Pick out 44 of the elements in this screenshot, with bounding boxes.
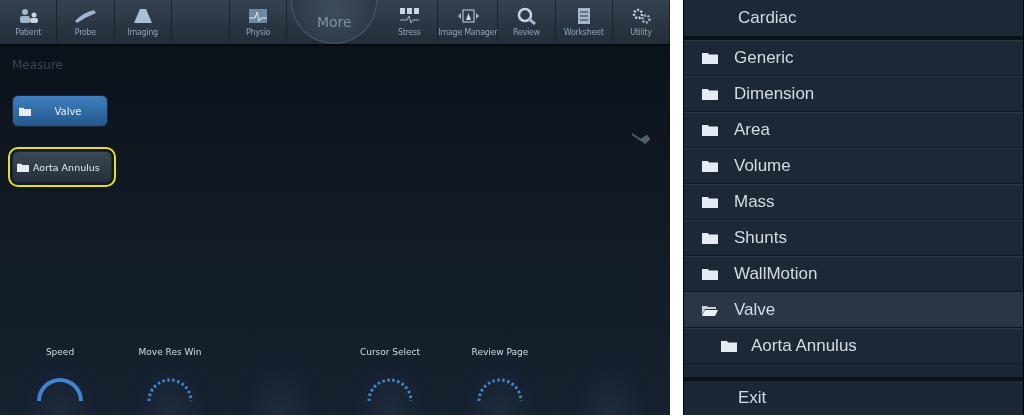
folder-icon — [19, 106, 31, 116]
cone-icon — [131, 7, 154, 25]
toolbar-button[interactable]: Patient — [0, 0, 58, 44]
knob-label: Cursor Select — [359, 347, 421, 359]
probe-icon — [74, 7, 97, 25]
toolbar-button[interactable]: Imaging — [114, 0, 172, 44]
exit-item[interactable]: Exit — [684, 377, 1023, 415]
menu-item[interactable]: Volume — [684, 148, 1023, 184]
folder-icon — [702, 196, 718, 208]
folder-icon — [702, 88, 718, 100]
folder-icon — [702, 52, 718, 64]
knob-label: Speed — [45, 347, 75, 359]
menu-item[interactable]: Dimension — [684, 76, 1023, 112]
knob-arc-icon[interactable] — [35, 375, 85, 401]
knob-label: Review Page — [471, 347, 529, 359]
knob-label: Move Res Win — [138, 347, 202, 359]
image-arrows-icon — [456, 7, 479, 25]
toolbar-button[interactable]: Worksheet — [555, 0, 613, 44]
toolbar-button[interactable]: Stress — [381, 0, 439, 44]
menu-item[interactable]: Generic — [684, 40, 1023, 76]
toolbar-button[interactable]: Physio — [230, 0, 288, 44]
folder-icon — [17, 162, 29, 172]
folder-icon — [702, 268, 718, 280]
menu-item[interactable]: Valve — [684, 292, 1023, 328]
menu-item[interactable]: Aorta Annulus — [684, 328, 1023, 364]
folder-icon — [721, 340, 737, 352]
people-icon — [17, 7, 40, 25]
waveform-icon — [247, 7, 270, 25]
open-folder-icon — [702, 304, 718, 316]
menu-item[interactable]: Area — [684, 112, 1023, 148]
menu-item[interactable]: Mass — [684, 184, 1023, 220]
folder-icon — [702, 232, 718, 244]
toolbar-button[interactable]: Review — [498, 0, 556, 44]
folder-icon — [702, 160, 718, 172]
magnifier-icon — [515, 7, 538, 25]
menu-item[interactable]: WallMotion — [684, 256, 1023, 292]
section-title: Measure — [11, 57, 64, 74]
menu-item[interactable]: Shunts — [684, 220, 1023, 256]
folder-button[interactable]: Valve — [12, 95, 108, 127]
grid-waveform-icon — [398, 7, 421, 25]
toolbar-button[interactable]: Image Manager — [438, 0, 499, 44]
toolbar-button[interactable]: Utility — [612, 0, 671, 44]
toolbar-button[interactable]: Probe — [57, 0, 115, 44]
folder-icon — [702, 124, 718, 136]
